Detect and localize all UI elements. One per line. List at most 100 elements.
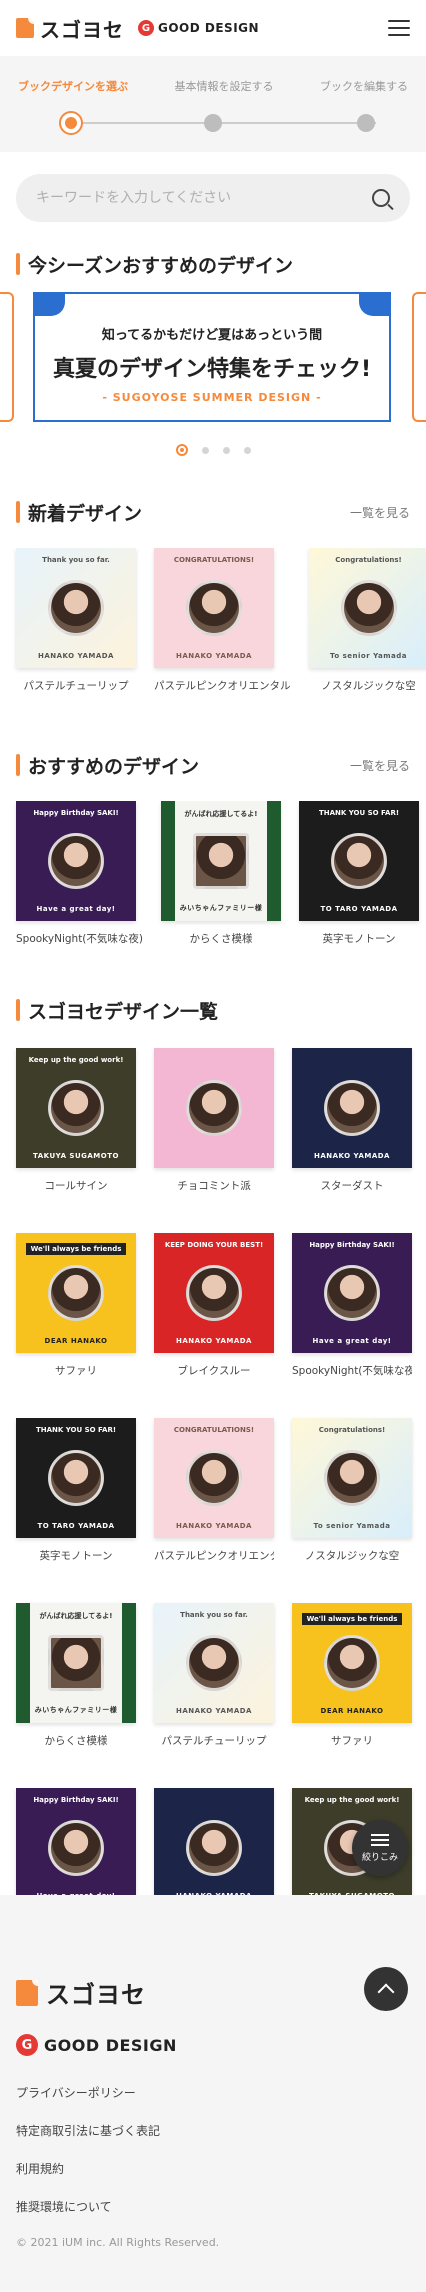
see-all-link[interactable]: 一覧を見る bbox=[350, 504, 410, 521]
design-thumbnail: Congratulations! To senior Yamada bbox=[292, 1418, 412, 1538]
new-designs-header: 新着デザイン 一覧を見る bbox=[0, 498, 426, 526]
section-title: おすすめのデザイン bbox=[28, 755, 200, 778]
design-card[interactable]: Thank you so far. HANAKO YAMADA パステルチューリップ bbox=[16, 548, 136, 693]
see-all-link[interactable]: 一覧を見る bbox=[350, 757, 410, 774]
thumbnail-footer-text: HANAKO YAMADA bbox=[176, 1707, 252, 1715]
pager-dot[interactable] bbox=[222, 446, 230, 454]
thumbnail-header-text: Keep up the good work! bbox=[28, 1056, 124, 1064]
design-thumbnail: がんばれ応援してるよ! みいちゃんファミリー様 bbox=[16, 1603, 136, 1723]
design-thumbnail: KEEP DOING YOUR BEST! HANAKO YAMADA bbox=[154, 1233, 274, 1353]
portrait-photo bbox=[48, 1450, 104, 1506]
design-name: ノスタルジックな空 bbox=[304, 1550, 400, 1562]
portrait-photo bbox=[186, 1265, 242, 1321]
design-card[interactable]: Congratulations! To senior Yamada ノスタルジックな… bbox=[308, 548, 426, 693]
design-card[interactable]: HANAKO YAMADA スターダスト bbox=[292, 1048, 412, 1193]
design-card[interactable]: Congratulations! To senior Yamada ノスタルジックな… bbox=[292, 1418, 412, 1563]
thumbnail-footer-text: HANAKO YAMADA bbox=[176, 1337, 252, 1345]
design-thumbnail: Congratulations! To senior Yamada bbox=[308, 548, 426, 668]
footer-good-design: G GOOD DESIGN bbox=[16, 2034, 410, 2056]
design-card[interactable]: がんばれ応援してるよ! みいちゃんファミリー様 からくさ模様 bbox=[161, 801, 281, 946]
thumbnail-header-text: がんばれ応援してるよ! bbox=[39, 1612, 113, 1620]
season-banner[interactable]: 知ってるかもだけど夏はあっという間 真夏のデザイン特集をチェック! - SUGO… bbox=[33, 292, 391, 422]
design-name: SpookyNight(不気味な夜) bbox=[16, 933, 143, 945]
design-card[interactable]: Happy Birthday SAKI! Have a great day! Spo… bbox=[292, 1233, 412, 1378]
design-name: チョコミント派 bbox=[177, 1180, 251, 1192]
design-name: SpookyNight(不気味な夜) bbox=[292, 1365, 412, 1377]
design-card[interactable]: Happy Birthday SAKI! Have a great day! Spo… bbox=[16, 801, 143, 946]
step-2-label: 基本情報を設定する bbox=[174, 80, 274, 93]
design-card[interactable]: がんばれ応援してるよ! みいちゃんファミリー様からくさ模様 bbox=[16, 1603, 136, 1748]
season-banner-carousel: 知ってるかもだけど夏はあっという間 真夏のデザイン特集をチェック! - SUGO… bbox=[0, 292, 426, 432]
design-name: からくさ模様 bbox=[44, 1735, 108, 1747]
thumbnail-footer-text: HANAKO YAMADA bbox=[314, 1152, 390, 1160]
design-thumbnail: がんばれ応援してるよ! みいちゃんファミリー様 bbox=[161, 801, 281, 921]
pager-dot-active[interactable] bbox=[175, 444, 188, 456]
footer-link-privacy[interactable]: プライバシーポリシー bbox=[16, 2084, 410, 2101]
good-design-icon: G bbox=[16, 2034, 38, 2056]
thumbnail-header-text: KEEP DOING YOUR BEST! bbox=[164, 1241, 264, 1249]
step-1-label: ブックデザインを選ぶ bbox=[18, 80, 128, 93]
page: スゴヨセ G GOOD DESIGN ブックデザインを選ぶ 基本情報を設定する … bbox=[0, 0, 426, 2292]
banner-next-peek[interactable] bbox=[412, 292, 426, 422]
logo[interactable]: スゴヨセ bbox=[16, 14, 124, 43]
banner-prev-peek[interactable] bbox=[0, 292, 14, 422]
filter-button[interactable]: 絞りこみ bbox=[352, 1820, 408, 1876]
footer: スゴヨセ G GOOD DESIGN プライバシーポリシー 特定商取引法に基づく… bbox=[0, 1895, 426, 2292]
design-thumbnail: Thank you so far. HANAKO YAMADA bbox=[16, 548, 136, 668]
portrait-photo bbox=[193, 833, 249, 889]
pager-dot[interactable] bbox=[201, 446, 209, 454]
chevron-up-icon bbox=[377, 1983, 395, 2000]
thumbnail-header-text: Thank you so far. bbox=[180, 1611, 248, 1619]
footer-link-tokushoho[interactable]: 特定商取引法に基づく表記 bbox=[16, 2122, 410, 2139]
portrait-photo bbox=[324, 1265, 380, 1321]
design-card[interactable]: We'll always be friends DEAR HANAKO サファリ bbox=[16, 1233, 136, 1378]
good-design-text: GOOD DESIGN bbox=[44, 2035, 177, 2055]
design-card[interactable]: KEEP DOING YOUR BEST! HANAKO YAMADA ブレイクスル… bbox=[154, 1233, 274, 1378]
step-labels: ブックデザインを選ぶ 基本情報を設定する ブックを編集する bbox=[0, 78, 426, 94]
thumbnail-header-text: CONGRATULATIONS! bbox=[173, 556, 255, 564]
good-design-text: GOOD DESIGN bbox=[158, 21, 260, 35]
portrait-photo bbox=[331, 833, 387, 889]
design-thumbnail: HANAKO YAMADA bbox=[154, 1788, 274, 1908]
search-icon[interactable] bbox=[372, 189, 390, 207]
section-title: 今シーズンおすすめのデザイン bbox=[28, 254, 294, 277]
footer-logo[interactable]: スゴヨセ bbox=[16, 1975, 410, 2010]
thumbnail-footer-text: TO TARO YAMADA bbox=[37, 1522, 115, 1530]
design-name: パステルピンクオリエンタル bbox=[154, 1550, 274, 1562]
thumbnail-header-text: Keep up the good work! bbox=[304, 1796, 400, 1804]
portrait-photo bbox=[48, 580, 104, 636]
design-name: ブレイクスルー bbox=[177, 1365, 251, 1377]
design-card[interactable]: CONGRATULATIONS! HANAKO YAMADA パステルピンクオリエン… bbox=[154, 1418, 274, 1563]
section-title: 新着デザイン bbox=[28, 502, 143, 525]
design-card[interactable]: We'll always be friends DEAR HANAKO サファリ bbox=[292, 1603, 412, 1748]
scroll-top-button[interactable] bbox=[364, 1967, 408, 2011]
portrait-photo bbox=[340, 580, 397, 636]
recommended-header: おすすめのデザイン 一覧を見る bbox=[0, 751, 426, 779]
portrait-photo bbox=[186, 580, 242, 636]
portrait-photo bbox=[186, 1820, 242, 1876]
design-card[interactable]: Thank you so far. HANAKO YAMADA パステルチューリップ bbox=[154, 1603, 274, 1748]
design-card[interactable]: THANK YOU SO FAR! TO TARO YAMADA 英字モノトーン bbox=[16, 1418, 136, 1563]
search-input[interactable] bbox=[36, 190, 336, 206]
thumbnail-footer-text: HANAKO YAMADA bbox=[176, 652, 252, 660]
thumbnail-footer-text: DEAR HANAKO bbox=[44, 1337, 108, 1345]
design-card[interactable]: CONGRATULATIONS! HANAKO YAMADA パステルピンクオリエン… bbox=[154, 548, 291, 693]
footer-link-terms[interactable]: 利用規約 bbox=[16, 2160, 410, 2177]
pager-dot[interactable] bbox=[243, 446, 251, 454]
design-card[interactable]: チョコミント派 bbox=[154, 1048, 274, 1193]
logo-icon bbox=[16, 18, 34, 38]
design-thumbnail: Happy Birthday SAKI!Have a great day! bbox=[16, 1788, 136, 1908]
design-card[interactable]: Keep up the good work! TAKUYA SUGAMOTO コール… bbox=[16, 1048, 136, 1193]
new-designs-section: 新着デザイン 一覧を見る Thank you so far. HANAKO YAM… bbox=[0, 498, 426, 693]
portrait-photo bbox=[48, 833, 104, 889]
season-header: 今シーズンおすすめのデザイン bbox=[0, 250, 426, 278]
design-thumbnail: CONGRATULATIONS! HANAKO YAMADA bbox=[154, 1418, 274, 1538]
design-thumbnail: THANK YOU SO FAR! TO TARO YAMADA bbox=[16, 1418, 136, 1538]
design-card[interactable]: THANK YOU SO FAR! TO TARO YAMADA 英字モノトーン bbox=[299, 801, 419, 946]
thumbnail-footer-text: Have a great day! bbox=[36, 905, 116, 913]
portrait-photo bbox=[324, 1450, 380, 1506]
design-name: パステルチューリップ bbox=[161, 1735, 267, 1747]
all-designs-header: スゴヨセデザイン一覧 bbox=[0, 996, 426, 1024]
menu-icon[interactable] bbox=[388, 20, 410, 36]
footer-link-environment[interactable]: 推奨環境について bbox=[16, 2198, 410, 2215]
